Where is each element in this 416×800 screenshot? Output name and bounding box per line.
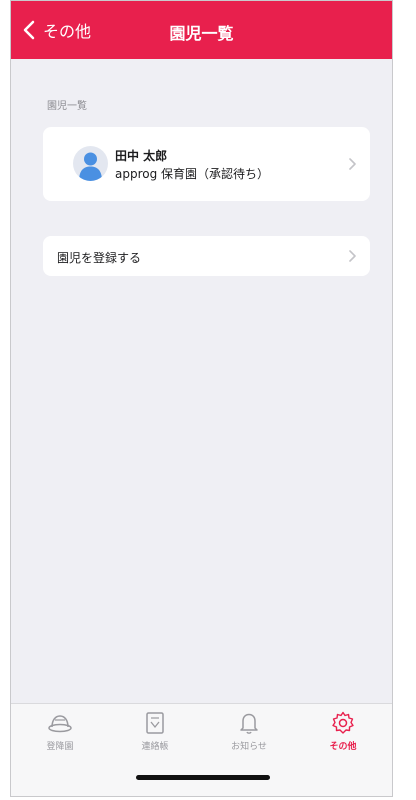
section-header: 園児一覧 — [47, 101, 87, 112]
tab-bar: 登降園 連絡帳 お知らせ その他 — [11, 703, 392, 796]
tab-notifications[interactable]: お知らせ — [214, 710, 284, 752]
home-indicator[interactable] — [136, 775, 270, 780]
gear-icon — [332, 711, 354, 734]
chevron-right-icon — [349, 250, 356, 262]
page-title: 園児一覧 — [169, 24, 234, 43]
bell-icon — [240, 713, 258, 734]
tab-notebook[interactable]: 連絡帳 — [120, 710, 190, 752]
notebook-icon — [146, 712, 164, 734]
tab-attendance[interactable]: 登降園 — [25, 710, 95, 752]
child-name: 田中 太郎 — [115, 149, 168, 163]
chevron-right-icon — [349, 158, 356, 170]
navigation-bar: その他 園児一覧 — [11, 1, 392, 59]
tab-other[interactable]: その他 — [308, 710, 378, 752]
tab-label: 登降園 — [46, 742, 74, 752]
tab-label: その他 — [329, 742, 357, 752]
app-screen: その他 園児一覧 園児一覧 田中 太郎 approg 保育園（承認待ち） 園児を… — [10, 0, 393, 797]
register-label: 園児を登録する — [57, 251, 142, 265]
hat-icon — [48, 715, 72, 733]
avatar — [73, 146, 108, 181]
tab-label: お知らせ — [231, 742, 267, 752]
child-school: approg 保育園（承認待ち） — [115, 167, 270, 181]
child-list-item[interactable]: 田中 太郎 approg 保育園（承認待ち） — [43, 127, 370, 201]
person-icon — [79, 152, 102, 181]
register-child-button[interactable]: 園児を登録する — [43, 236, 370, 276]
tab-label: 連絡帳 — [141, 742, 169, 752]
